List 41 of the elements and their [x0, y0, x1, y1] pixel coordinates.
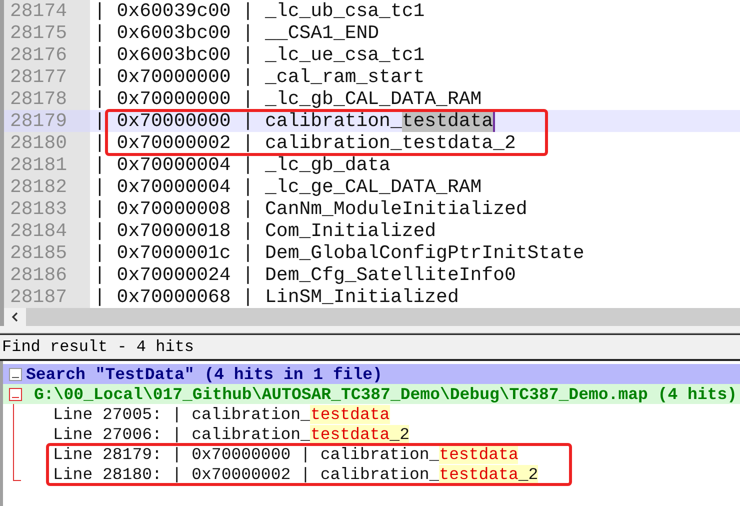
text-editor[interactable]: [0, 0, 740, 308]
line-number: 28182: [4, 176, 90, 198]
code-line: | 0x70000002 | calibration_testdata_2: [93, 132, 516, 154]
collapse-icon[interactable]: [9, 368, 22, 380]
search-hit-row[interactable]: Line 27006: | calibration_testdata_2: [3, 424, 740, 444]
line-number: 28187: [4, 286, 90, 308]
splitter-bar[interactable]: [0, 326, 740, 334]
horizontal-scrollbar[interactable]: [0, 308, 740, 326]
line-number: 28174: [4, 0, 90, 22]
line-number: 28183: [4, 198, 90, 220]
code-line: | 0x70000000 | calibration_testdata: [93, 110, 496, 132]
line-number: 28186: [4, 264, 90, 286]
line-number: 28184: [4, 220, 90, 242]
line-number: 28179: [4, 110, 90, 132]
code-line: | 0x70000024 | Dem_Cfg_SatelliteInfo0: [93, 264, 516, 286]
line-number: 28178: [4, 88, 90, 110]
code-line: | 0x7000001c | Dem_GlobalConfigPtrInitState: [93, 242, 584, 264]
search-summary-row[interactable]: Search "TestData" (4 hits in 1 file): [3, 364, 740, 384]
line-number: 28177: [4, 66, 90, 88]
code-line: | 0x70000068 | LinSM_Initialized: [93, 286, 459, 308]
line-number: 28176: [4, 44, 90, 66]
code-line: | 0x6003bc00 | __CSA1_END: [93, 22, 380, 44]
code-line: | 0x70000004 | _lc_gb_data: [93, 154, 390, 176]
file-result-row[interactable]: G:\00_Local\017_Github\AUTOSAR_TC387_Demo\Debug\TC387_Demo.map (4 hits): [3, 384, 740, 404]
code-line: | 0x6003bc00 | _lc_ue_csa_tc1: [93, 44, 425, 66]
scroll-left-icon[interactable]: [11, 312, 19, 322]
code-line: | 0x70000008 | CanNm_ModuleInitialized: [93, 198, 528, 220]
search-hit-row[interactable]: Line 28179: | 0x70000000 | calibration_testdata: [3, 444, 740, 464]
code-line: | 0x60039c00 | _lc_ub_csa_tc1: [93, 0, 425, 22]
search-hit-row[interactable]: Line 28180: | 0x70000002 | calibration_testdata_2: [3, 464, 740, 484]
search-hit-row[interactable]: Line 27005: | calibration_testdata: [3, 404, 740, 424]
code-line: | 0x70000018 | Com_Initialized: [93, 220, 436, 242]
code-line: | 0x70000004 | _lc_ge_CAL_DATA_RAM: [93, 176, 482, 198]
line-number: 28175: [4, 22, 90, 44]
line-number: 28185: [4, 242, 90, 264]
collapse-icon[interactable]: [9, 388, 22, 400]
line-number: 28181: [4, 154, 90, 176]
code-line: | 0x70000000 | _lc_gb_CAL_DATA_RAM: [93, 88, 482, 110]
code-line: | 0x70000000 | _cal_ram_start: [93, 66, 425, 88]
line-number: 28180: [4, 132, 90, 154]
panel-title: Find result - 4 hits: [1, 338, 194, 356]
